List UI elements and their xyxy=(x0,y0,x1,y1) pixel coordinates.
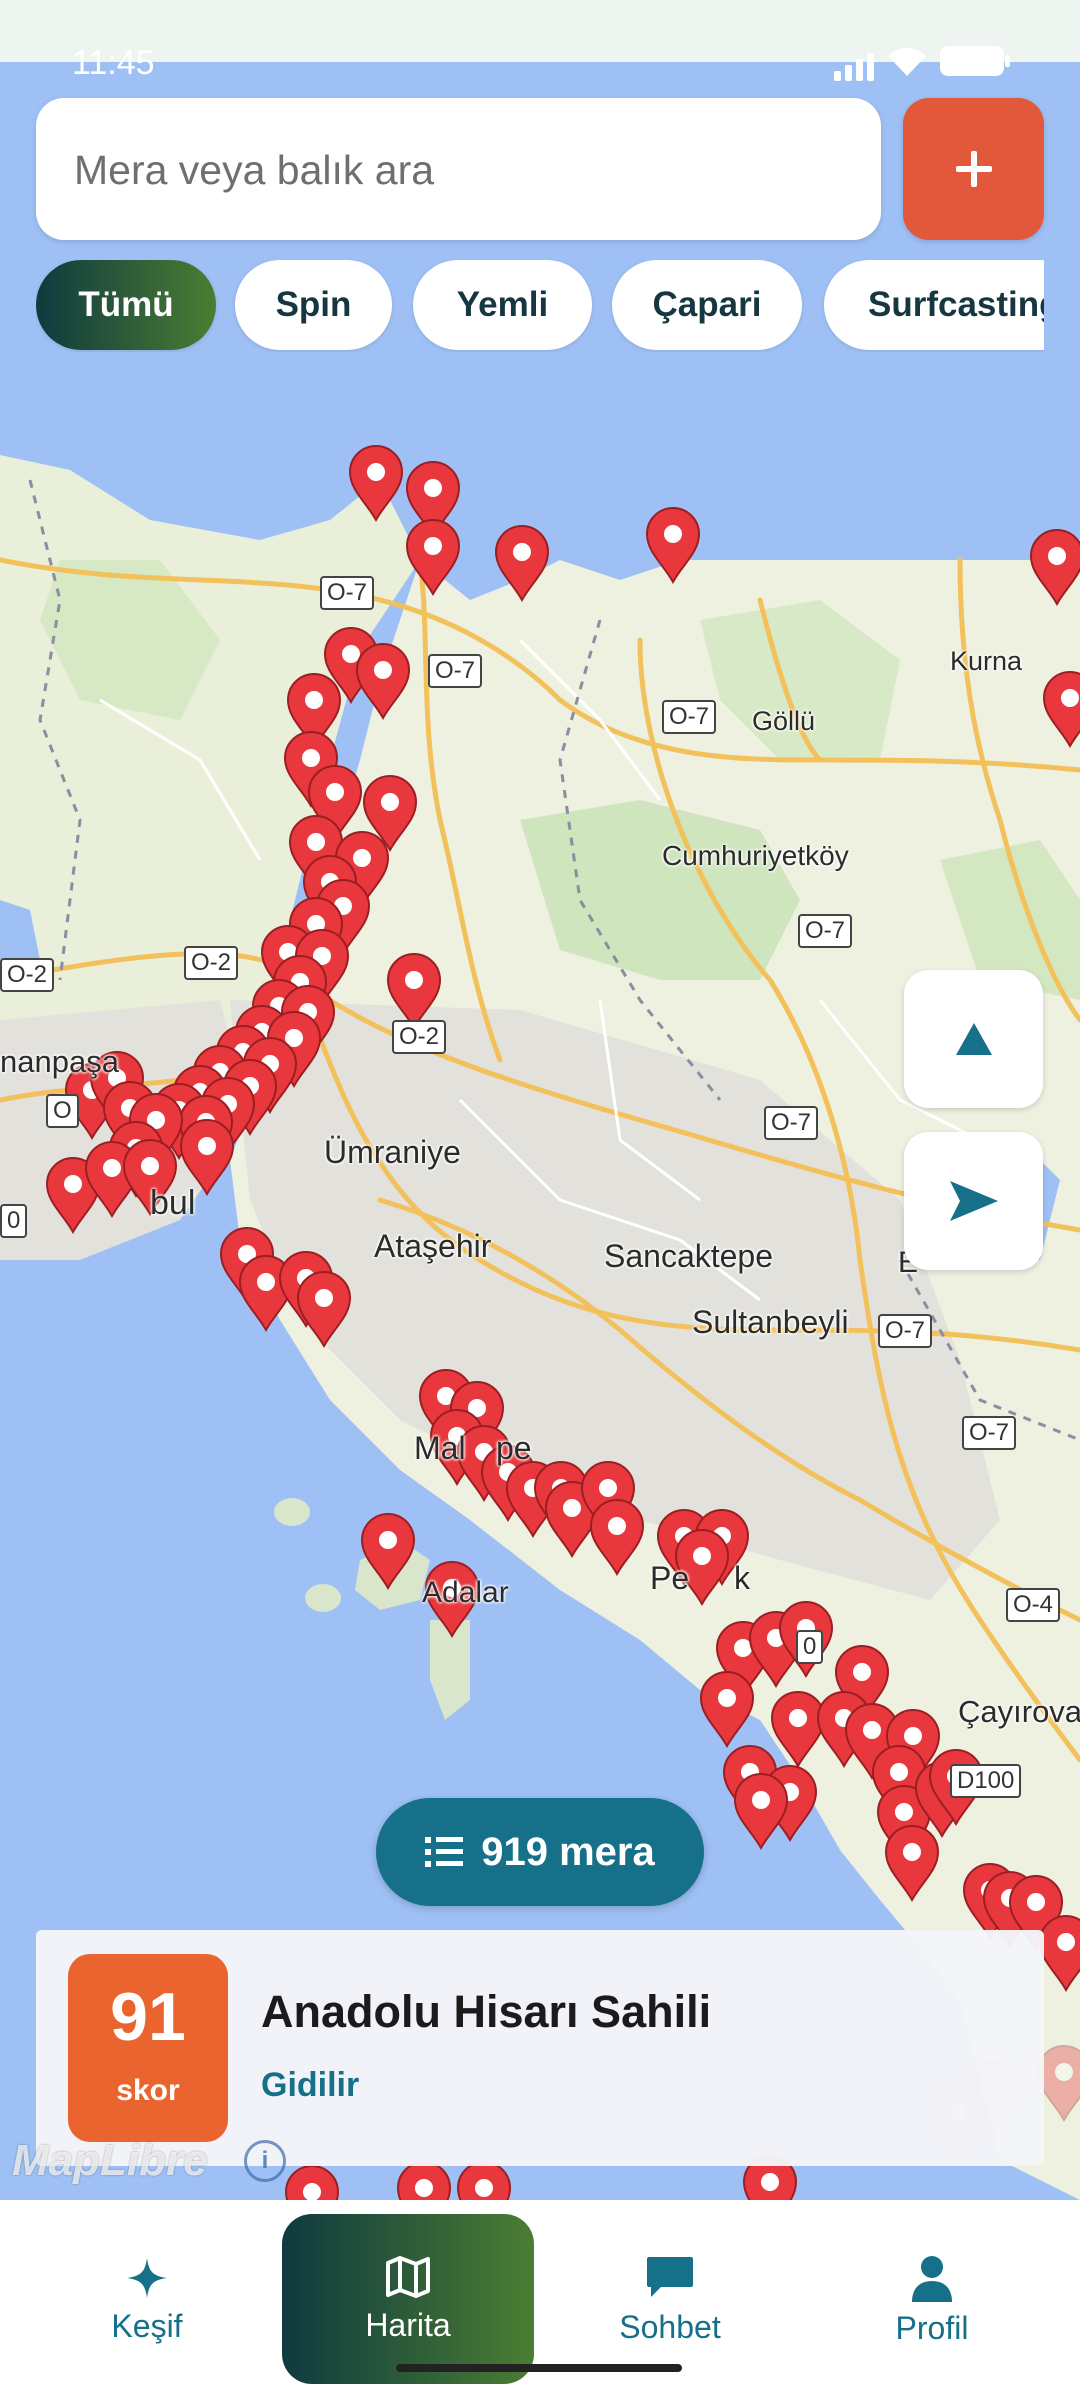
map-label-maltepe: Mal xyxy=(414,1430,466,1466)
road-shield-zero: 0 xyxy=(0,1204,28,1238)
map-label-umraniye: Ümraniye xyxy=(324,1134,461,1170)
road-shield-d100: D100 xyxy=(950,1764,1022,1798)
home-indicator[interactable] xyxy=(396,2364,682,2372)
map-label-pendik: Pe xyxy=(650,1560,690,1596)
road-shield-o2: O-2 xyxy=(392,1020,447,1054)
nav-label-profil: Profil xyxy=(895,2309,969,2346)
score-badge: 91 skor xyxy=(68,1954,228,2142)
road-shield-o7: O-7 xyxy=(878,1314,933,1348)
map-label-kurna: Kurna xyxy=(950,646,1023,676)
spot-name: Anadolu Hisarı Sahili xyxy=(261,1986,712,2037)
map-label-maltepe-end: pe xyxy=(496,1430,532,1466)
filter-chip-capari[interactable]: Çapari xyxy=(612,260,802,350)
nav-label-kesif: Keşif xyxy=(111,2307,183,2344)
attribution-info-icon[interactable]: i xyxy=(244,2140,286,2182)
plus-icon xyxy=(955,151,992,187)
filter-chip-tumu[interactable]: Tümü xyxy=(36,260,216,350)
nav-label-sohbet: Sohbet xyxy=(619,2308,721,2345)
road-shield-o-partial: O xyxy=(46,1094,79,1128)
search-input[interactable] xyxy=(72,98,856,242)
road-shield-o7: O-7 xyxy=(764,1106,819,1140)
road-shield-o7: O-7 xyxy=(428,654,483,688)
road-shield-o7: O-7 xyxy=(798,914,853,948)
road-shield-o4: O-4 xyxy=(1006,1588,1061,1622)
location-arrow-icon xyxy=(949,1181,998,1221)
list-icon xyxy=(425,1837,464,1867)
nav-tab-kesif[interactable]: Keşif xyxy=(17,2200,277,2400)
spot-count-label: 919 mera xyxy=(481,1829,655,1874)
status-time: 11:45 xyxy=(72,44,155,82)
map-label-istanbul: bul xyxy=(150,1184,196,1222)
road-shield-o7: O-7 xyxy=(320,576,375,610)
sparkle-icon xyxy=(127,2257,167,2298)
status-icons xyxy=(834,46,1010,81)
chat-icon xyxy=(647,2256,693,2297)
road-shield-o2: O-2 xyxy=(0,958,55,992)
maplibre-logo: MapLibre xyxy=(12,2136,208,2185)
spot-count-list-button[interactable]: 919 mera xyxy=(376,1798,704,1906)
road-shield-o2: O-2 xyxy=(184,946,239,980)
nav-label-harita: Harita xyxy=(365,2306,451,2343)
map-label-sultanbeyli: Sultanbeyli xyxy=(692,1304,849,1340)
road-shield-o7: O-7 xyxy=(662,700,717,734)
compass-north-icon xyxy=(955,1023,992,1055)
map-label-atasehir: Ataşehir xyxy=(374,1228,492,1264)
map-label-sancaktepe: Sancaktepe xyxy=(604,1238,774,1274)
spot-status: Gidilir xyxy=(261,2066,360,2104)
filter-chips: Tümü Spin Yemli Çapari Surfcasting xyxy=(36,260,1044,352)
map-label-kasimpasa: nanpaşa xyxy=(0,1044,119,1079)
filter-chip-surfcasting[interactable]: Surfcasting xyxy=(824,260,1044,350)
map-icon xyxy=(386,2255,430,2298)
signal-icon xyxy=(834,53,874,81)
map-label-gollu: Göllü xyxy=(752,706,816,736)
map-label-cayirova: Çayırova xyxy=(958,1694,1080,1729)
road-shield-o7: O-7 xyxy=(962,1416,1017,1450)
battery-icon xyxy=(940,46,1010,81)
add-spot-button[interactable] xyxy=(903,98,1044,240)
map-label-cumhuriyetkoy: Cumhuriyetköy xyxy=(662,840,849,871)
selected-spot-card[interactable]: 91 skor Anadolu Hisarı Sahili Gidilir xyxy=(36,1930,1044,2166)
score-label: skor xyxy=(116,2074,180,2107)
my-location-button[interactable] xyxy=(904,1132,1043,1270)
map-label-adalar: Adalar xyxy=(422,1576,509,1609)
map-label-pendik-end: k xyxy=(734,1560,750,1596)
road-shield-zero-pendik: 0 xyxy=(796,1630,824,1664)
search-bar[interactable] xyxy=(36,98,881,242)
score-value: 91 xyxy=(110,1979,186,2055)
wifi-icon xyxy=(888,48,926,81)
person-icon xyxy=(912,2255,952,2302)
nav-tab-harita[interactable]: Harita xyxy=(282,2214,534,2384)
filter-chip-yemli[interactable]: Yemli xyxy=(413,260,592,350)
compass-north-button[interactable] xyxy=(904,970,1043,1108)
filter-chip-spin[interactable]: Spin xyxy=(235,260,392,350)
nav-tab-profil[interactable]: Profil xyxy=(802,2200,1062,2400)
